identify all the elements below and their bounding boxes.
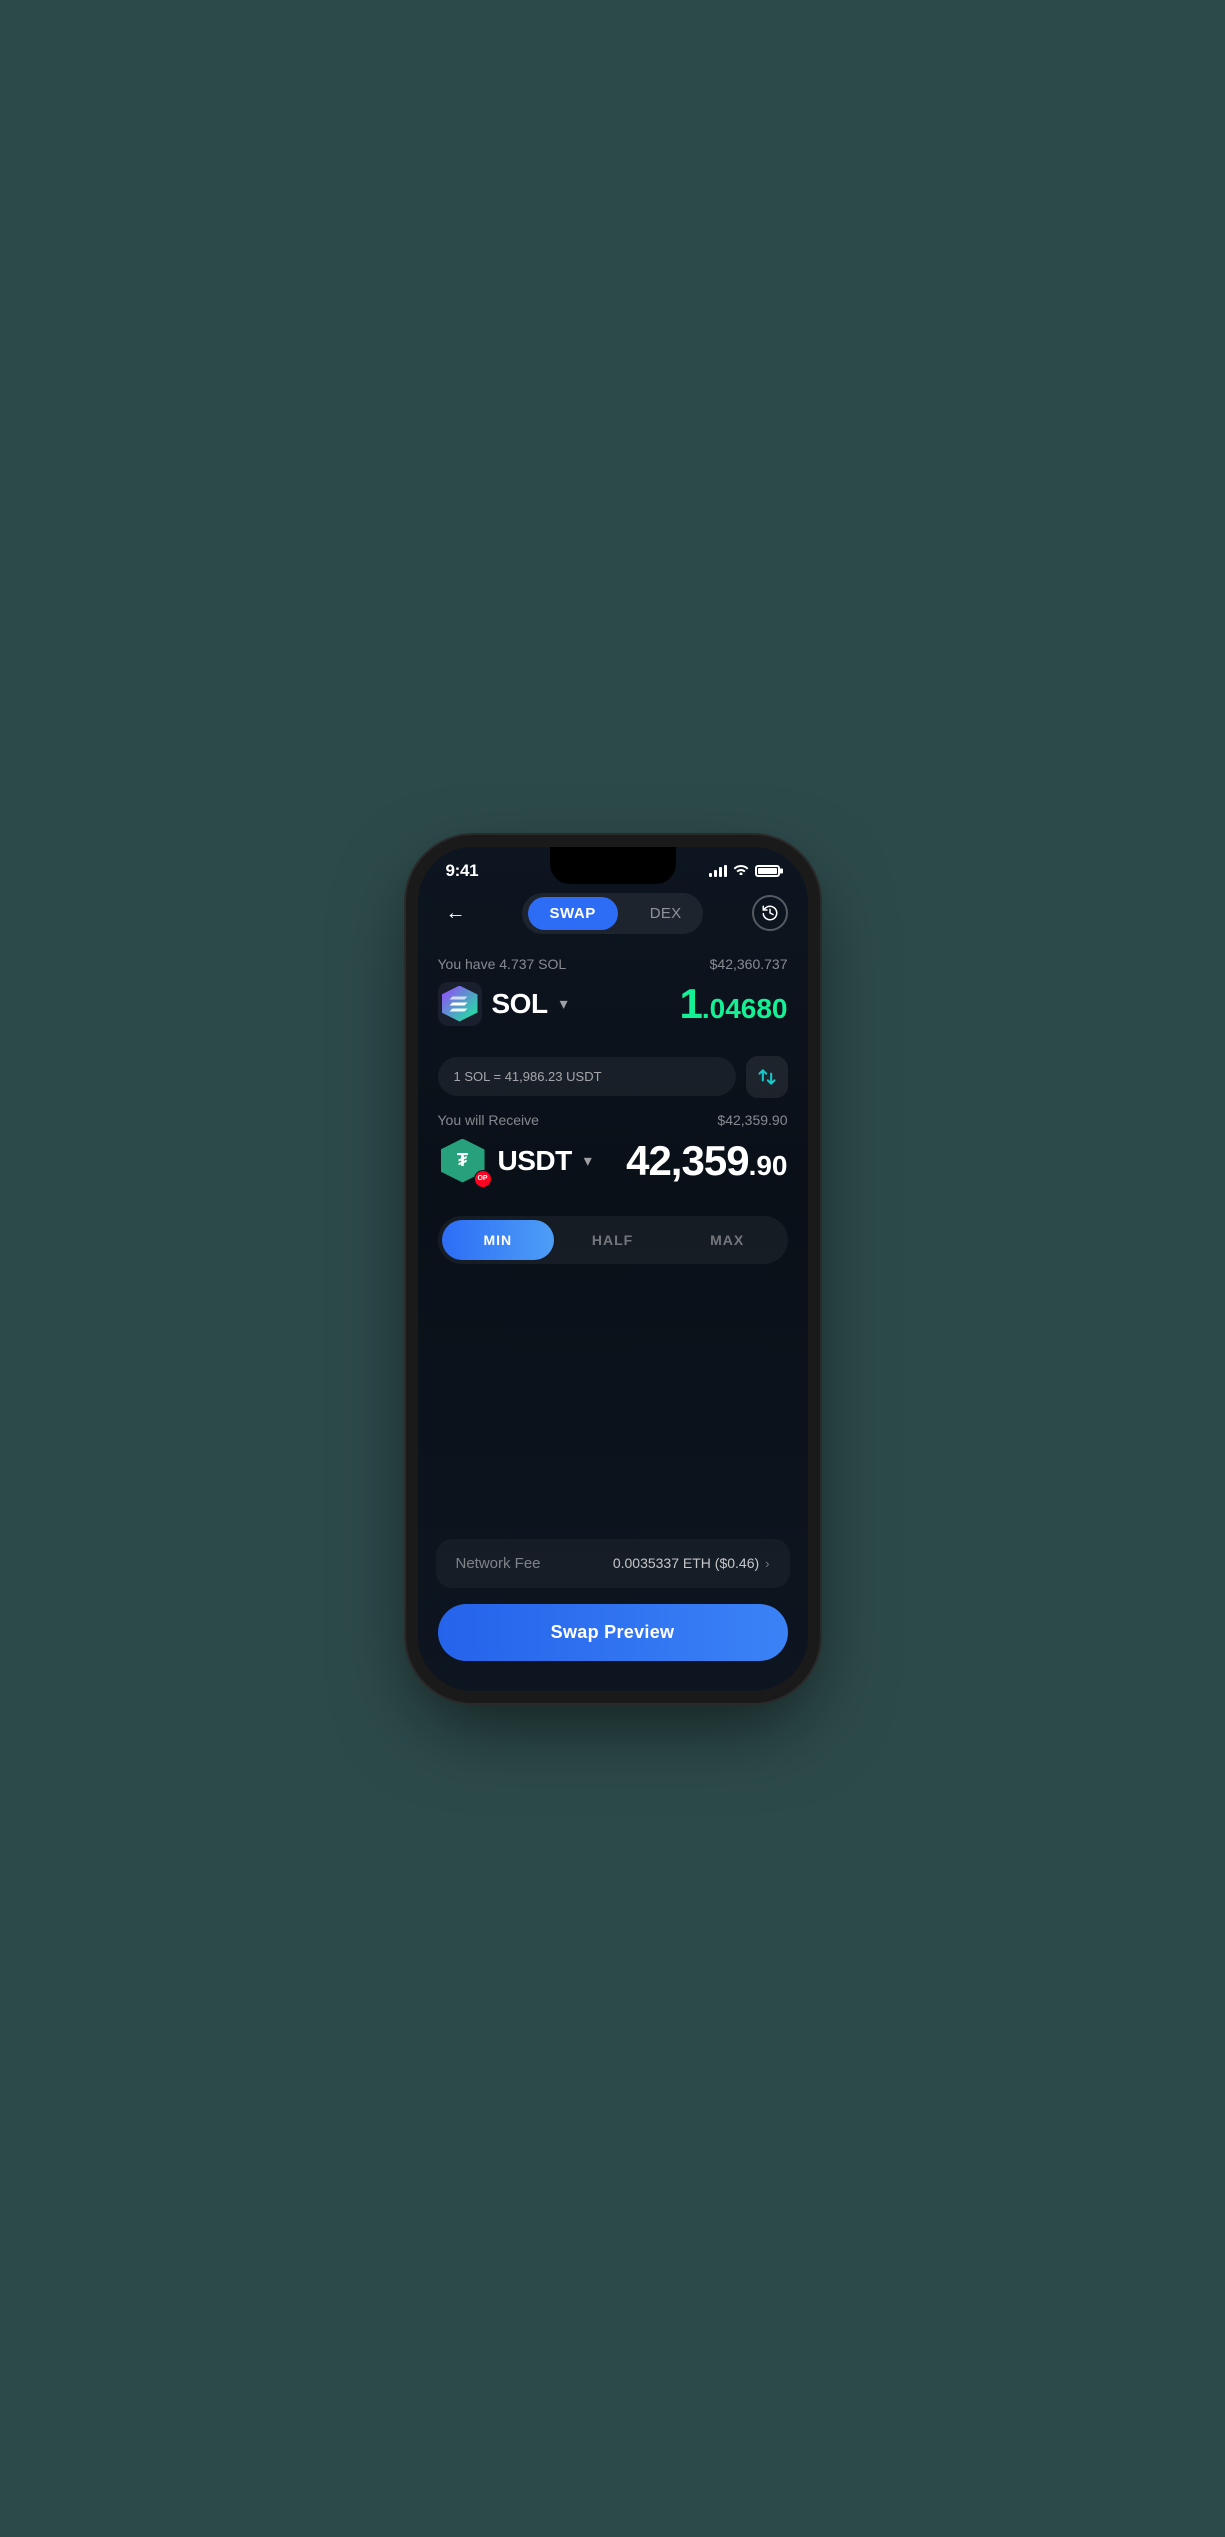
tab-swap[interactable]: SWAP: [528, 897, 618, 930]
main-content: You have 4.737 SOL $42,360.737: [418, 946, 808, 1691]
to-amount-decimal: .90: [749, 1150, 788, 1181]
network-fee-value: 0.0035337 ETH ($0.46): [613, 1555, 759, 1571]
to-amount: 42,359.90: [626, 1137, 787, 1185]
header-nav: ← SWAP DEX: [418, 885, 808, 946]
sol-icon: [438, 982, 482, 1026]
phone-frame: 9:41 ←: [418, 847, 808, 1691]
exchange-rate-pill: 1 SOL = 41,986.23 USDT: [438, 1057, 736, 1096]
to-token-row: ₮ OP USDT ▾ 42,359.90: [438, 1136, 788, 1186]
to-token-chevron-icon: ▾: [584, 1151, 592, 1171]
network-fee-section[interactable]: Network Fee 0.0035337 ETH ($0.46) ›: [436, 1539, 790, 1588]
to-token-name: USDT: [498, 1145, 572, 1177]
to-section: You will Receive $42,359.90 ₮ OP USDT ▾: [438, 1112, 788, 1186]
tab-dex[interactable]: DEX: [634, 897, 698, 930]
from-amount[interactable]: 1.04680: [680, 980, 788, 1028]
swap-direction-button[interactable]: [746, 1056, 788, 1098]
from-amount-whole: 1: [680, 980, 702, 1027]
fee-value-row: 0.0035337 ETH ($0.46) ›: [613, 1555, 770, 1571]
network-fee-label: Network Fee: [456, 1555, 541, 1572]
from-section: You have 4.737 SOL $42,360.737: [438, 956, 788, 1028]
from-amount-decimal: .04680: [702, 993, 788, 1024]
max-button[interactable]: MAX: [671, 1220, 784, 1260]
from-token-row: SOL ▾ 1.04680: [438, 980, 788, 1028]
from-usd-value: $42,360.737: [710, 956, 788, 972]
from-label: You have 4.737 SOL: [438, 956, 567, 972]
to-usd-value: $42,359.90: [717, 1112, 787, 1128]
history-icon: [761, 904, 779, 922]
back-arrow-icon: ←: [446, 902, 466, 925]
status-icons: [709, 863, 780, 878]
fee-chevron-icon: ›: [765, 1556, 769, 1571]
wifi-icon: [733, 863, 749, 878]
to-token-selector[interactable]: ₮ OP USDT ▾: [438, 1136, 592, 1186]
nav-tabs: SWAP DEX: [522, 893, 704, 934]
notch: [550, 847, 676, 884]
op-badge: OP: [474, 1170, 492, 1188]
from-label-row: You have 4.737 SOL $42,360.737: [438, 956, 788, 972]
exchange-rate-row: 1 SOL = 41,986.23 USDT: [438, 1056, 788, 1098]
amount-buttons: MIN HALF MAX: [438, 1216, 788, 1264]
spacer: [438, 1274, 788, 1539]
usdt-icon: ₮ OP: [438, 1136, 488, 1186]
signal-icon: [709, 865, 727, 877]
sol-logo: [449, 995, 471, 1013]
phone-screen: 9:41 ←: [418, 847, 808, 1691]
from-token-name: SOL: [492, 988, 548, 1020]
from-token-chevron-icon: ▾: [560, 994, 568, 1014]
back-button[interactable]: ←: [438, 895, 474, 931]
to-label: You will Receive: [438, 1112, 539, 1128]
swap-preview-button[interactable]: Swap Preview: [438, 1604, 788, 1661]
history-button[interactable]: [752, 895, 788, 931]
status-time: 9:41: [446, 861, 479, 881]
battery-icon: [755, 865, 780, 877]
exchange-rate-text: 1 SOL = 41,986.23 USDT: [454, 1069, 602, 1084]
to-amount-whole: 42,359: [626, 1137, 748, 1184]
from-token-selector[interactable]: SOL ▾: [438, 982, 568, 1026]
half-button[interactable]: HALF: [556, 1220, 669, 1260]
swap-arrows-icon: [757, 1067, 777, 1087]
to-label-row: You will Receive $42,359.90: [438, 1112, 788, 1128]
min-button[interactable]: MIN: [442, 1220, 555, 1260]
